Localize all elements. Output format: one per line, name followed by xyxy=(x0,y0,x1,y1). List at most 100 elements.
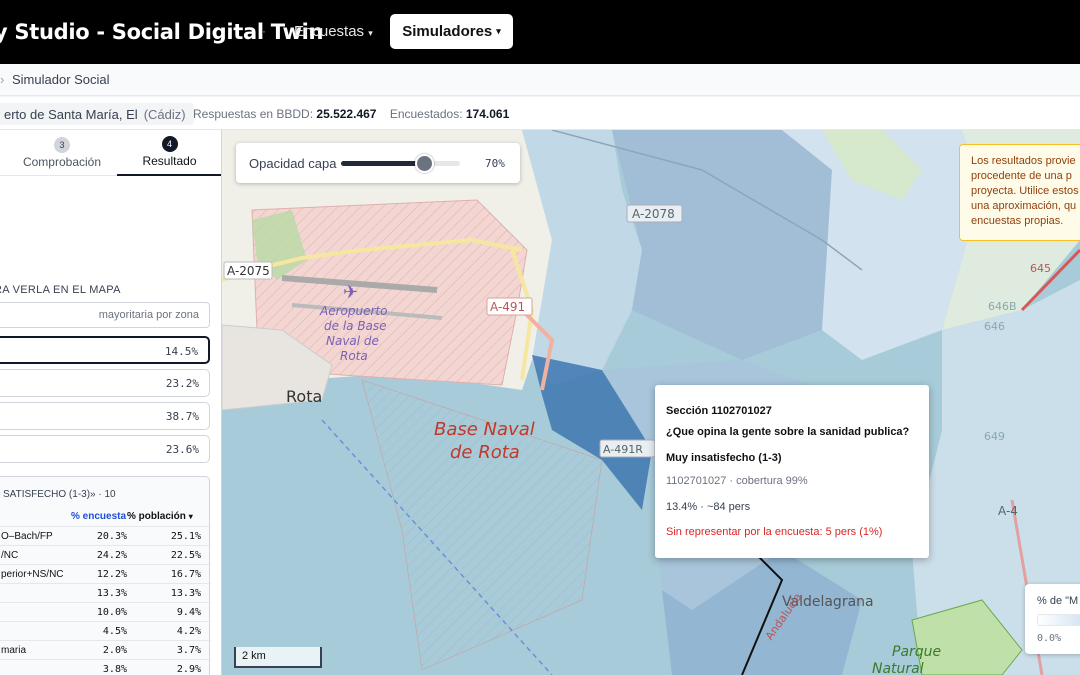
step-number: 4 xyxy=(161,136,178,152)
row-poblacion: 22.5% xyxy=(170,550,201,561)
surveyed-label: Encuestados: xyxy=(389,107,463,121)
table-row: 13.3% 13.3% xyxy=(0,583,211,602)
road-label-649: 649 xyxy=(984,430,1005,443)
step-label: Resultado xyxy=(142,154,197,168)
breakdown-card: SATISFECHO (1-3)» · 10 % encuesta % pobl… xyxy=(0,476,211,675)
breakdown-title: SATISFECHO (1-3)» · 10 xyxy=(3,489,116,500)
airport-label-2: de la Base xyxy=(324,319,387,333)
table-row: perior+NS/NC 12.2% 16.7% xyxy=(0,564,211,583)
road-label-a491r: A-491R xyxy=(603,443,643,456)
airport-label-3: Naval de xyxy=(326,334,379,348)
disclaimer-note: Los resultados provie procedente de una … xyxy=(959,144,1080,241)
road-label-a2075: A-2075 xyxy=(227,264,270,278)
opacity-value: 70% xyxy=(485,157,505,170)
step-comprobacion[interactable]: 3 Comprobación xyxy=(8,130,116,176)
row-poblacion: 25.1% xyxy=(170,531,201,542)
map-svg: ✈ A-2075 A-491 A-2078 A-491R A-4 645 646… xyxy=(222,130,1080,675)
row-encuesta: 4.5% xyxy=(102,626,127,637)
road-label-646b: 646B xyxy=(988,300,1017,313)
row-encuesta: 13.3% xyxy=(96,588,127,599)
row-poblacion: 9.4% xyxy=(176,607,201,618)
legend-title: % de "M xyxy=(1037,595,1079,607)
row-encuesta: 10.0% xyxy=(96,607,127,618)
location-chip[interactable]: erto de Santa María, El (Cádiz) xyxy=(0,103,194,125)
info-bar: erto de Santa María, El (Cádiz) Respuest… xyxy=(0,97,1080,130)
row-encuesta: 12.2% xyxy=(96,569,127,580)
nav-simuladores-menu[interactable]: Simuladores ▾ xyxy=(390,14,513,49)
row-poblacion: 3.7% xyxy=(176,645,201,656)
table-row: maria 2.0% 3.7% xyxy=(0,640,211,659)
answer-option[interactable]: 23.2% xyxy=(0,369,210,397)
step-number: 3 xyxy=(54,137,70,153)
section-popup: Sección 1102701027 ¿Que opina la gente s… xyxy=(655,385,929,558)
map-canvas[interactable]: ✈ A-2075 A-491 A-2078 A-491R A-4 645 646… xyxy=(222,130,1080,675)
base-label-2: de Rota xyxy=(450,442,520,463)
breadcrumb: › Simulador Social xyxy=(0,64,1080,96)
table-row: /NC 24.2% 22.5% xyxy=(0,545,211,564)
row-poblacion: 16.7% xyxy=(170,569,201,580)
opacity-slider-handle[interactable] xyxy=(415,154,435,173)
row-label: O–Bach/FP xyxy=(1,531,53,542)
row-encuesta: 24.2% xyxy=(96,550,127,561)
table-row: O–Bach/FP 20.3% 25.1% xyxy=(0,526,211,545)
nav-encuestas-label: Encuestas xyxy=(294,23,365,40)
opacity-slider[interactable] xyxy=(341,154,460,173)
sidebar: 3 Comprobación 4 Resultado RA VERLA EN E… xyxy=(0,130,222,675)
chevron-down-icon: ▾ xyxy=(496,26,501,36)
step-resultado[interactable]: 4 Resultado xyxy=(117,130,221,176)
airplane-icon: ✈ xyxy=(343,282,358,302)
park-label-2: Natural xyxy=(872,661,924,675)
chevron-down-icon: ▾ xyxy=(368,28,373,38)
col-poblacion-header[interactable]: % población ▾ xyxy=(127,511,193,522)
responses-label: Respuestas en BBDD: xyxy=(193,107,314,121)
airport-label-4: Rota xyxy=(340,349,368,363)
airport-label-1: Aeropuerto xyxy=(319,304,387,318)
nav-encuestas-menu[interactable]: Encuestas ▾ xyxy=(294,23,373,40)
road-label-a2078: A-2078 xyxy=(632,207,675,221)
road-label-645: 645 xyxy=(1030,262,1051,275)
row-encuesta: 2.0% xyxy=(102,645,127,656)
road-label-646: 646 xyxy=(984,320,1005,333)
nav-simuladores-label: Simuladores xyxy=(402,23,493,40)
opacity-label: Opacidad capa xyxy=(249,156,337,171)
brand-separator: · xyxy=(262,24,266,38)
step-label: Comprobación xyxy=(22,155,102,169)
row-poblacion: 2.9% xyxy=(176,664,201,675)
base-label-1: Base Naval xyxy=(434,419,535,440)
row-poblacion: 4.2% xyxy=(176,626,201,637)
map-legend: % de "M 0.0% xyxy=(1025,584,1080,654)
popup-answer: Muy insatisfecho (1-3) xyxy=(666,452,782,464)
layer-opacity-control: Opacidad capa 70% xyxy=(236,143,520,183)
table-row: 3.8% 2.9% xyxy=(0,659,211,675)
location-province: (Cádiz) xyxy=(143,106,186,122)
row-encuesta: 20.3% xyxy=(96,531,127,542)
popup-percentage: 13.4% · ~84 pers xyxy=(666,501,751,513)
col-encuesta-header[interactable]: % encuesta xyxy=(71,511,126,522)
responses-value: 25.522.467 xyxy=(316,107,377,121)
row-label: maria xyxy=(1,645,27,656)
row-poblacion: 13.3% xyxy=(170,588,201,599)
mode-selector[interactable]: mayoritaria por zona xyxy=(0,302,210,328)
surveyed-value: 174.061 xyxy=(465,107,510,121)
popup-question: ¿Que opina la gente sobre la sanidad pub… xyxy=(666,426,910,438)
legend-gradient xyxy=(1037,614,1080,626)
answer-option[interactable]: 23.6% xyxy=(0,435,210,463)
location-name: erto de Santa María, El xyxy=(4,106,138,122)
breadcrumb-separator: › xyxy=(0,72,5,87)
town-label-rota: Rota xyxy=(286,387,322,406)
map-scale-bar: 2 km xyxy=(234,647,322,668)
breadcrumb-current: Simulador Social xyxy=(12,72,110,87)
wizard-steps: 3 Comprobación 4 Resultado xyxy=(0,130,221,176)
row-label: perior+NS/NC xyxy=(1,569,64,580)
database-stats: Respuestas en BBDD: 25.522.467 Encuestad… xyxy=(193,107,509,121)
app-brand[interactable]: y Studio - Social Digital Twin xyxy=(0,20,323,44)
row-encuesta: 3.8% xyxy=(102,664,127,675)
opacity-slider-fill xyxy=(341,161,425,166)
col-poblacion-label: % población xyxy=(127,511,186,522)
popup-coverage: 1102701027 · cobertura 99% xyxy=(666,475,808,487)
table-row: 4.5% 4.2% xyxy=(0,621,211,640)
answer-option[interactable]: 38.7% xyxy=(0,402,210,430)
table-row: 10.0% 9.4% xyxy=(0,602,211,621)
answer-option[interactable]: 14.5% xyxy=(0,336,210,364)
popup-warning: Sin representar por la encuesta: 5 pers … xyxy=(666,526,883,538)
